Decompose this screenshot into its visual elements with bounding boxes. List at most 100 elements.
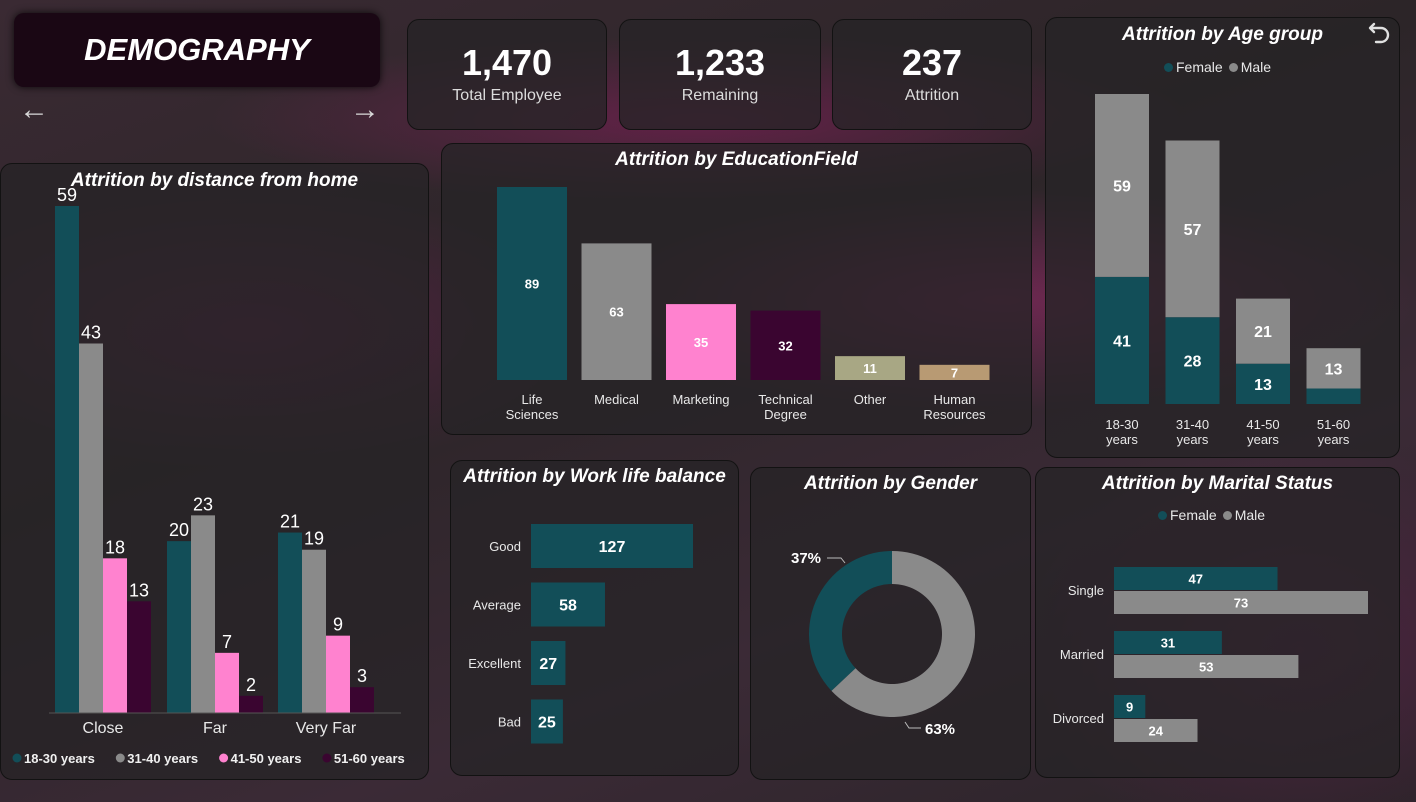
data-label: 37% — [791, 550, 821, 567]
kpi-attrition: 237 Attrition — [832, 19, 1032, 130]
legend-label: 31-40 years — [127, 751, 198, 766]
undo-icon[interactable] — [1366, 18, 1394, 46]
data-label: 32 — [778, 338, 792, 353]
data-label: 58 — [559, 598, 577, 615]
data-label: 53 — [1199, 660, 1213, 675]
data-label: 41 — [1113, 333, 1131, 350]
y-tick-label: Married — [1060, 647, 1104, 662]
kpi-total-employee: 1,470 Total Employee — [407, 19, 607, 130]
x-tick-label: years — [1247, 432, 1279, 447]
x-tick-label: years — [1106, 432, 1138, 447]
age-chart: 415918-30years285731-40years132141-50yea… — [1095, 94, 1361, 447]
bar — [215, 652, 239, 713]
y-tick-label: Average — [473, 598, 521, 613]
x-tick-label: years — [1318, 432, 1350, 447]
kpi-value: 1,233 — [674, 41, 766, 83]
education-chart-panel: Attrition by EducationField 89 Life Scienc… — [441, 143, 1032, 435]
data-label: 43 — [81, 322, 101, 342]
y-tick-label: Divorced — [1053, 711, 1104, 726]
x-tick-label: Other — [854, 392, 887, 407]
x-tick-label: Degree — [764, 407, 807, 422]
x-tick-label: Resources — [923, 407, 986, 422]
distance-chart-panel: Attrition by distance from home 59 43 18 13… — [0, 163, 429, 780]
kpi-label: Attrition — [904, 86, 960, 104]
bar — [191, 515, 215, 713]
data-label: 19 — [304, 529, 324, 549]
x-tick-label: 18-30 — [1105, 417, 1138, 432]
leader-line — [827, 557, 846, 564]
bar — [326, 635, 350, 713]
data-label: 24 — [1149, 724, 1164, 739]
data-label: 28 — [1184, 354, 1202, 371]
bar-segment — [1306, 388, 1361, 404]
data-label: 59 — [1113, 178, 1131, 195]
data-label: 23 — [193, 494, 213, 514]
page-title: DEMOGRAPHY — [14, 13, 380, 87]
bar — [127, 601, 151, 713]
kpi-label: Remaining — [681, 86, 759, 104]
gender-chart: 37% 63% — [791, 550, 975, 738]
kpi-label: Total Employee — [452, 86, 562, 104]
donut-slice — [809, 551, 892, 691]
worklife-chart: 127 Good 58 Average 27 Excellent 25 Bad — [468, 524, 693, 744]
back-arrow-icon[interactable]: ← — [16, 92, 52, 128]
legend-dot — [219, 753, 229, 763]
x-tick-label: Far — [203, 720, 228, 737]
kpi-remaining: 1,233 Remaining — [619, 19, 821, 130]
bar — [167, 541, 191, 713]
forward-arrow-icon[interactable]: → — [347, 92, 383, 128]
data-label: 63 — [609, 305, 623, 320]
data-label: 35 — [694, 335, 708, 350]
legend-dot — [322, 753, 332, 763]
y-tick-label: Bad — [498, 715, 521, 730]
marital-chart: 47 73 Single 31 53 Married 9 24 Divorced — [1053, 567, 1368, 742]
data-label: 47 — [1189, 572, 1203, 587]
data-label: 63% — [925, 721, 955, 738]
kpi-value: 1,470 — [461, 41, 553, 83]
bar — [239, 695, 263, 713]
worklife-chart-panel: Attrition by Work life balance 127 Good 58… — [450, 460, 739, 776]
bar — [350, 687, 374, 713]
data-label: 21 — [1254, 324, 1272, 341]
data-label: 27 — [539, 656, 557, 673]
bar — [302, 549, 326, 713]
gender-chart-panel: Attrition by Gender 37% 63% — [750, 467, 1031, 780]
legend-label: 51-60 years — [334, 751, 405, 766]
data-label: 2 — [246, 675, 256, 695]
x-tick-label: Marketing — [672, 392, 729, 407]
data-label: 9 — [1126, 700, 1133, 715]
data-label: 73 — [1234, 596, 1248, 611]
data-label: 89 — [525, 277, 539, 292]
y-tick-label: Single — [1068, 583, 1104, 598]
x-tick-label: Sciences — [506, 407, 559, 422]
data-label: 13 — [129, 580, 149, 600]
data-label: 20 — [169, 520, 189, 540]
bar — [278, 532, 302, 713]
x-tick-label: Human — [934, 392, 976, 407]
education-chart: 89 LifeSciences 63 Medical 35 Marketing 32 Tech… — [497, 187, 990, 422]
x-tick-label: Technical — [758, 392, 812, 407]
x-tick-label: Life — [522, 392, 543, 407]
x-tick-label: Close — [83, 720, 124, 737]
marital-chart-panel: Attrition by Marital Status Female Male … — [1035, 467, 1400, 778]
x-tick-label: Very Far — [296, 720, 357, 737]
distance-chart: 59 43 18 13 Close 2023 7 2 Far 2119 9 3 Very Far 18-3… — [12, 185, 405, 766]
x-tick-label: Medical — [594, 392, 639, 407]
data-label: 7 — [222, 632, 232, 652]
legend-dot — [115, 753, 125, 763]
x-tick-label: years — [1177, 432, 1209, 447]
data-label: 13 — [1325, 361, 1343, 378]
bar — [103, 558, 127, 713]
bar — [55, 206, 79, 713]
bar — [79, 343, 103, 713]
x-tick-label: 51-60 — [1317, 417, 1350, 432]
y-tick-label: Good — [489, 539, 521, 554]
legend-label: 41-50 years — [231, 751, 302, 766]
data-label: 3 — [357, 666, 367, 686]
legend-label: 18-30 years — [24, 751, 95, 766]
data-label: 59 — [57, 185, 77, 205]
kpi-value: 237 — [901, 41, 963, 83]
data-label: 127 — [599, 539, 626, 556]
leader-line — [904, 721, 921, 729]
y-tick-label: Excellent — [468, 656, 521, 671]
